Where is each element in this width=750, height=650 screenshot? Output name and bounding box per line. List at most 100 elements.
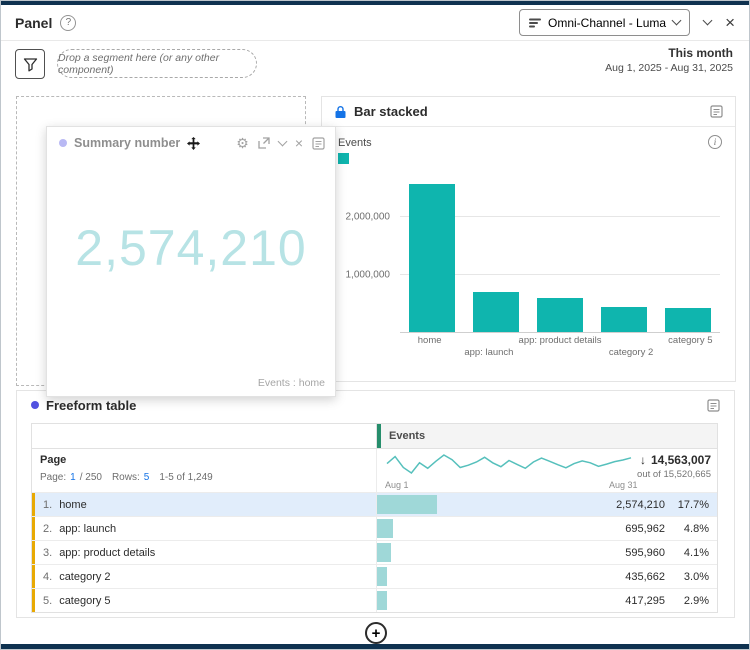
y-axis-tick-label: 1,000,000 [345,269,391,281]
note-icon[interactable] [312,136,325,150]
row-color-strip [32,493,35,516]
row-index: 5. [43,594,53,607]
rows-range: 1-5 of 1,249 [159,472,213,483]
row-name[interactable]: category 2 [59,571,110,583]
note-icon[interactable] [707,398,720,412]
segment-dropdown-label: Omni-Channel - Luma [548,15,667,30]
widget-color-dot [31,401,39,409]
dimension-header-cell [32,424,377,448]
column-totals: ↓ 14,563,007 out of 15,520,665 [637,453,711,480]
page-current-link[interactable]: 1 [70,472,76,483]
date-range-selector[interactable]: This month Aug 1, 2025 - Aug 31, 2025 [605,46,733,74]
row-name[interactable]: app: launch [59,523,116,535]
metric-subheader-cell: Aug 1 Aug 31 ↓ 14,563,007 out of 15,520,… [377,449,717,492]
summary-number-widget[interactable]: Summary number ⚙ × 2,574,210 Events : ho… [46,126,336,397]
x-axis-label: app: launch [464,347,514,358]
chart-legend[interactable]: Events [338,137,372,164]
rows-value-link[interactable]: 5 [144,472,150,483]
row-color-strip [32,541,35,564]
row-metric-cell[interactable]: 595,960 4.1% [377,541,717,564]
row-dimension-cell[interactable]: 3. app: product details [32,541,377,564]
row-name[interactable]: home [59,499,87,511]
close-icon: × [725,13,735,32]
bar-category-2[interactable] [601,307,647,332]
table-row[interactable]: 3. app: product details 595,960 4.1% [32,540,717,564]
rows-label: Rows: [111,472,140,483]
segment-filter-button[interactable] [15,49,45,79]
row-dimension-cell[interactable]: 4. category 2 [32,565,377,588]
row-value-bar [377,591,387,610]
row-color-strip [32,517,35,540]
row-dimension-cell[interactable]: 1. home [32,493,377,516]
panel-top-border [1,1,749,5]
popout-icon[interactable] [258,137,270,149]
x-axis-label: app: product details [518,335,602,346]
x-axis-label: category 5 [668,335,713,346]
row-metric-cell[interactable]: 2,574,210 17.7% [377,493,717,516]
bar-home[interactable] [409,184,455,332]
move-cursor-icon [187,136,201,150]
close-icon[interactable]: × [295,136,303,150]
row-metric-cell[interactable]: 435,662 3.0% [377,565,717,588]
collapse-panel-button[interactable] [702,15,713,26]
note-icon[interactable] [710,105,723,118]
table-row[interactable]: 4. category 2 435,662 3.0% [32,564,717,588]
date-range-value: Aug 1, 2025 - Aug 31, 2025 [605,62,733,74]
row-metric-cell[interactable]: 695,962 4.8% [377,517,717,540]
sort-descending-icon[interactable]: ↓ [640,453,646,467]
row-index: 2. [43,522,53,535]
row-name[interactable]: category 5 [59,595,110,607]
table-row[interactable]: 5. category 5 417,295 2.9% [32,588,717,612]
metric-header-cell[interactable]: Events [377,424,717,448]
metric-column-header: Events [389,430,426,442]
table-row[interactable]: 1. home 2,574,210 17.7% [32,492,717,516]
chevron-down-icon [671,15,682,26]
close-panel-button[interactable]: × [725,14,735,31]
page-label: Page: [40,472,67,483]
freeform-table: Events Page Page: 1 / 250 Rows: 5 1-5 of… [31,423,718,613]
gear-icon[interactable]: ⚙ [236,136,249,150]
row-metric-cell[interactable]: 417,295 2.9% [377,589,717,612]
table-header-row: Events [32,424,717,448]
row-index: 3. [43,546,53,559]
bar-stacked-widget: Bar stacked Events i 1,000,000 2,000,000 … [321,96,736,382]
page-title: Panel [15,14,53,31]
summary-number-caption: Events : home [257,377,325,389]
row-value-bar [377,519,394,538]
widget-color-dot [59,139,67,147]
chevron-down-icon [702,15,713,26]
lock-icon [334,105,347,119]
bar-chart-plot-area: 1,000,000 2,000,000 [346,161,720,333]
legend-color-chip [338,153,349,164]
bar-series [400,161,720,332]
chevron-down-icon[interactable] [277,136,288,146]
table-pagination: Page: 1 / 250 Rows: 5 1-5 of 1,249 [40,472,368,483]
row-value-bar [377,543,391,562]
y-axis-tick-label: 2,000,000 [345,211,391,223]
panel-segment-dropdown[interactable]: Omni-Channel - Luma [519,9,691,36]
row-percent: 17.7% [677,498,709,511]
help-icon[interactable]: ? [60,14,77,31]
row-name[interactable]: app: product details [59,547,155,559]
info-icon[interactable]: i [708,135,722,149]
x-axis-label: category 2 [608,347,654,358]
dimension-name[interactable]: Page [40,454,368,466]
row-value-bar [377,495,438,514]
bar-stacked-header: Bar stacked [322,97,735,127]
row-value: 695,962 [625,522,665,535]
row-value: 435,662 [625,570,665,583]
row-value: 417,295 [625,594,665,607]
row-dimension-cell[interactable]: 5. category 5 [32,589,377,612]
bar-app-product-details[interactable] [537,297,583,332]
segment-drop-zone[interactable]: Drop a segment here (or any other compon… [57,49,257,78]
bar-app-launch[interactable] [473,292,519,332]
sparkline-end-label: Aug 31 [609,480,638,490]
add-panel-button[interactable]: + [365,622,387,644]
panel-bottom-border [1,644,749,649]
row-dimension-cell[interactable]: 2. app: launch [32,517,377,540]
filter-funnel-icon [23,57,38,72]
bar-category-5[interactable] [665,308,711,332]
row-color-strip [32,589,35,612]
table-row[interactable]: 2. app: launch 695,962 4.8% [32,516,717,540]
row-percent: 3.0% [683,570,709,583]
